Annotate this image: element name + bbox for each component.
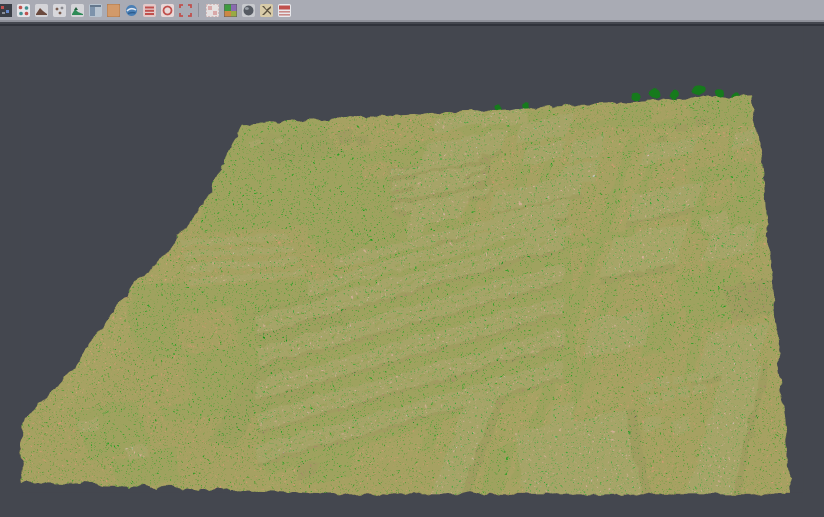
toolbar-separator bbox=[198, 3, 199, 17]
point-cloud-render bbox=[0, 26, 824, 517]
align-points-icon[interactable] bbox=[15, 1, 31, 19]
side-panel-icon[interactable] bbox=[87, 1, 103, 19]
sphere-icon[interactable] bbox=[240, 1, 256, 19]
3d-viewport[interactable] bbox=[0, 24, 824, 517]
red-list-icon[interactable] bbox=[141, 1, 157, 19]
application-window bbox=[0, 0, 824, 517]
app-corner-icon[interactable] bbox=[0, 1, 13, 19]
classification-map-icon[interactable] bbox=[222, 1, 238, 19]
globe-icon[interactable] bbox=[123, 1, 139, 19]
orange-tile-icon[interactable] bbox=[105, 1, 121, 19]
clip-cross-icon[interactable] bbox=[258, 1, 274, 19]
terrain-brown-icon[interactable] bbox=[33, 1, 49, 19]
toolbar bbox=[0, 0, 824, 22]
checker-tile-icon[interactable] bbox=[204, 1, 220, 19]
crop-brackets-icon[interactable] bbox=[177, 1, 193, 19]
terrain-vegetation-icon[interactable] bbox=[69, 1, 85, 19]
red-layers-icon[interactable] bbox=[276, 1, 292, 19]
subsample-points-icon[interactable] bbox=[51, 1, 67, 19]
circle-selection-icon[interactable] bbox=[159, 1, 175, 19]
